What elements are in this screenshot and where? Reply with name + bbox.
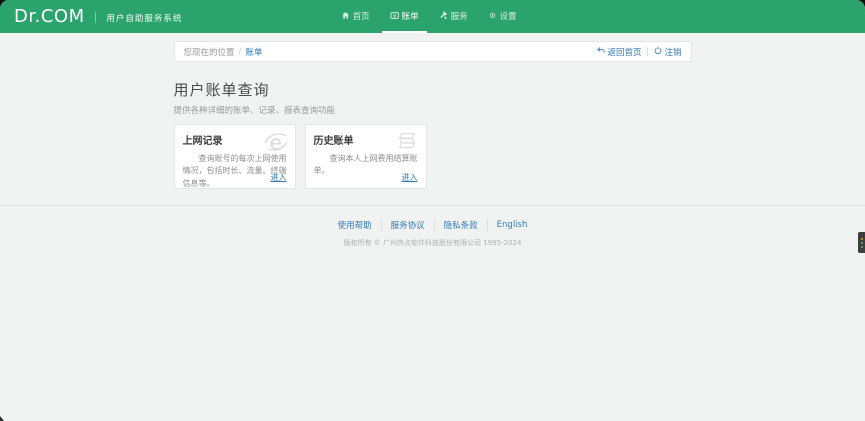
ie-browser-icon: e xyxy=(264,130,288,158)
breadcrumb-separator: / xyxy=(239,47,242,57)
power-icon xyxy=(654,46,662,57)
logo-drcom: Dr.COM xyxy=(14,8,85,26)
home-icon xyxy=(341,11,350,20)
copyright-text: 版权所有 © 广州热点软件科技股份有限公司 1995-2024 xyxy=(0,238,865,248)
page-subtitle: 提供各种详细的账单、记录、报表查询功能 xyxy=(174,104,692,116)
footer-link-privacy[interactable]: 隐私条款 xyxy=(435,219,488,231)
nav-item-label: 服务 xyxy=(451,10,468,22)
card-internet-records[interactable]: 上网记录 e 查询账号的每次上网使用情况，包括时长、流量、终端信息等。 进入 xyxy=(174,124,296,189)
system-subtitle: 用户自助服务系统 xyxy=(106,12,182,24)
enter-link-internet-records[interactable]: 进入 xyxy=(271,172,287,183)
nav-item-settings[interactable]: ⚙ 设置 xyxy=(480,0,525,33)
logout-link[interactable]: 注销 xyxy=(654,46,681,58)
widget-dot-orange xyxy=(861,238,863,240)
breadcrumb-current-bills[interactable]: 账单 xyxy=(245,46,262,58)
enter-link-history-bills[interactable]: 进入 xyxy=(402,172,418,183)
gear-icon: ⚙ xyxy=(488,11,497,20)
main-nav: 首页 ¥ 账单 服务 ⚙ 设置 xyxy=(333,0,525,33)
svg-text:⚙: ⚙ xyxy=(489,11,496,20)
action-divider xyxy=(647,47,648,56)
query-cards: 上网记录 e 查询账号的每次上网使用情况，包括时长、流量、终端信息等。 进入 历… xyxy=(174,124,692,189)
return-arrow-icon xyxy=(597,46,605,57)
mouse-cursor-artifact xyxy=(0,416,4,421)
main-content: 用户账单查询 提供各种详细的账单、记录、报表查询功能 上网记录 e 查询账号的每… xyxy=(174,79,692,189)
widget-dot-green2 xyxy=(861,246,863,248)
nav-item-bills[interactable]: ¥ 账单 xyxy=(382,0,427,33)
footer-link-help[interactable]: 使用帮助 xyxy=(329,219,382,231)
card-history-bills[interactable]: 历史账单 查询本人上网费用结算账单。 进入 xyxy=(305,124,427,189)
nav-item-services[interactable]: 服务 xyxy=(431,0,476,33)
return-home-link[interactable]: 返回首页 xyxy=(597,46,641,58)
footer-links: 使用帮助 服务协议 隐私条款 English xyxy=(329,219,537,231)
nav-item-label: 首页 xyxy=(353,10,370,22)
breadcrumb-actions: 返回首页 注销 xyxy=(597,46,681,58)
service-icon xyxy=(439,11,448,20)
nav-item-label: 设置 xyxy=(500,10,517,22)
floating-toolbar-widget[interactable] xyxy=(858,232,865,253)
brand-separator: | xyxy=(94,10,98,23)
breadcrumb: 您现在的位置 / 账单 xyxy=(184,46,263,58)
breadcrumb-bar: 您现在的位置 / 账单 返回首页 注销 xyxy=(174,41,692,62)
nav-item-label: 账单 xyxy=(402,10,419,22)
brand: Dr.COM | 用户自助服务系统 xyxy=(14,8,182,26)
svg-text:¥: ¥ xyxy=(393,13,396,19)
nav-item-home[interactable]: 首页 xyxy=(333,0,378,33)
breadcrumb-location-label: 您现在的位置 xyxy=(184,46,235,58)
bills-stack-icon xyxy=(395,130,419,158)
footer-link-terms[interactable]: 服务协议 xyxy=(382,219,435,231)
page-footer: 使用帮助 服务协议 隐私条款 English 版权所有 © 广州热点软件科技股份… xyxy=(0,205,865,248)
widget-dot-green xyxy=(861,242,863,244)
self-service-page: Dr.COM | 用户自助服务系统 首页 ¥ 账单 服务 xyxy=(0,0,865,421)
top-header: Dr.COM | 用户自助服务系统 首页 ¥ 账单 服务 xyxy=(0,0,865,33)
page-title: 用户账单查询 xyxy=(174,79,692,100)
bill-icon: ¥ xyxy=(390,11,399,20)
footer-link-english[interactable]: English xyxy=(488,220,537,230)
